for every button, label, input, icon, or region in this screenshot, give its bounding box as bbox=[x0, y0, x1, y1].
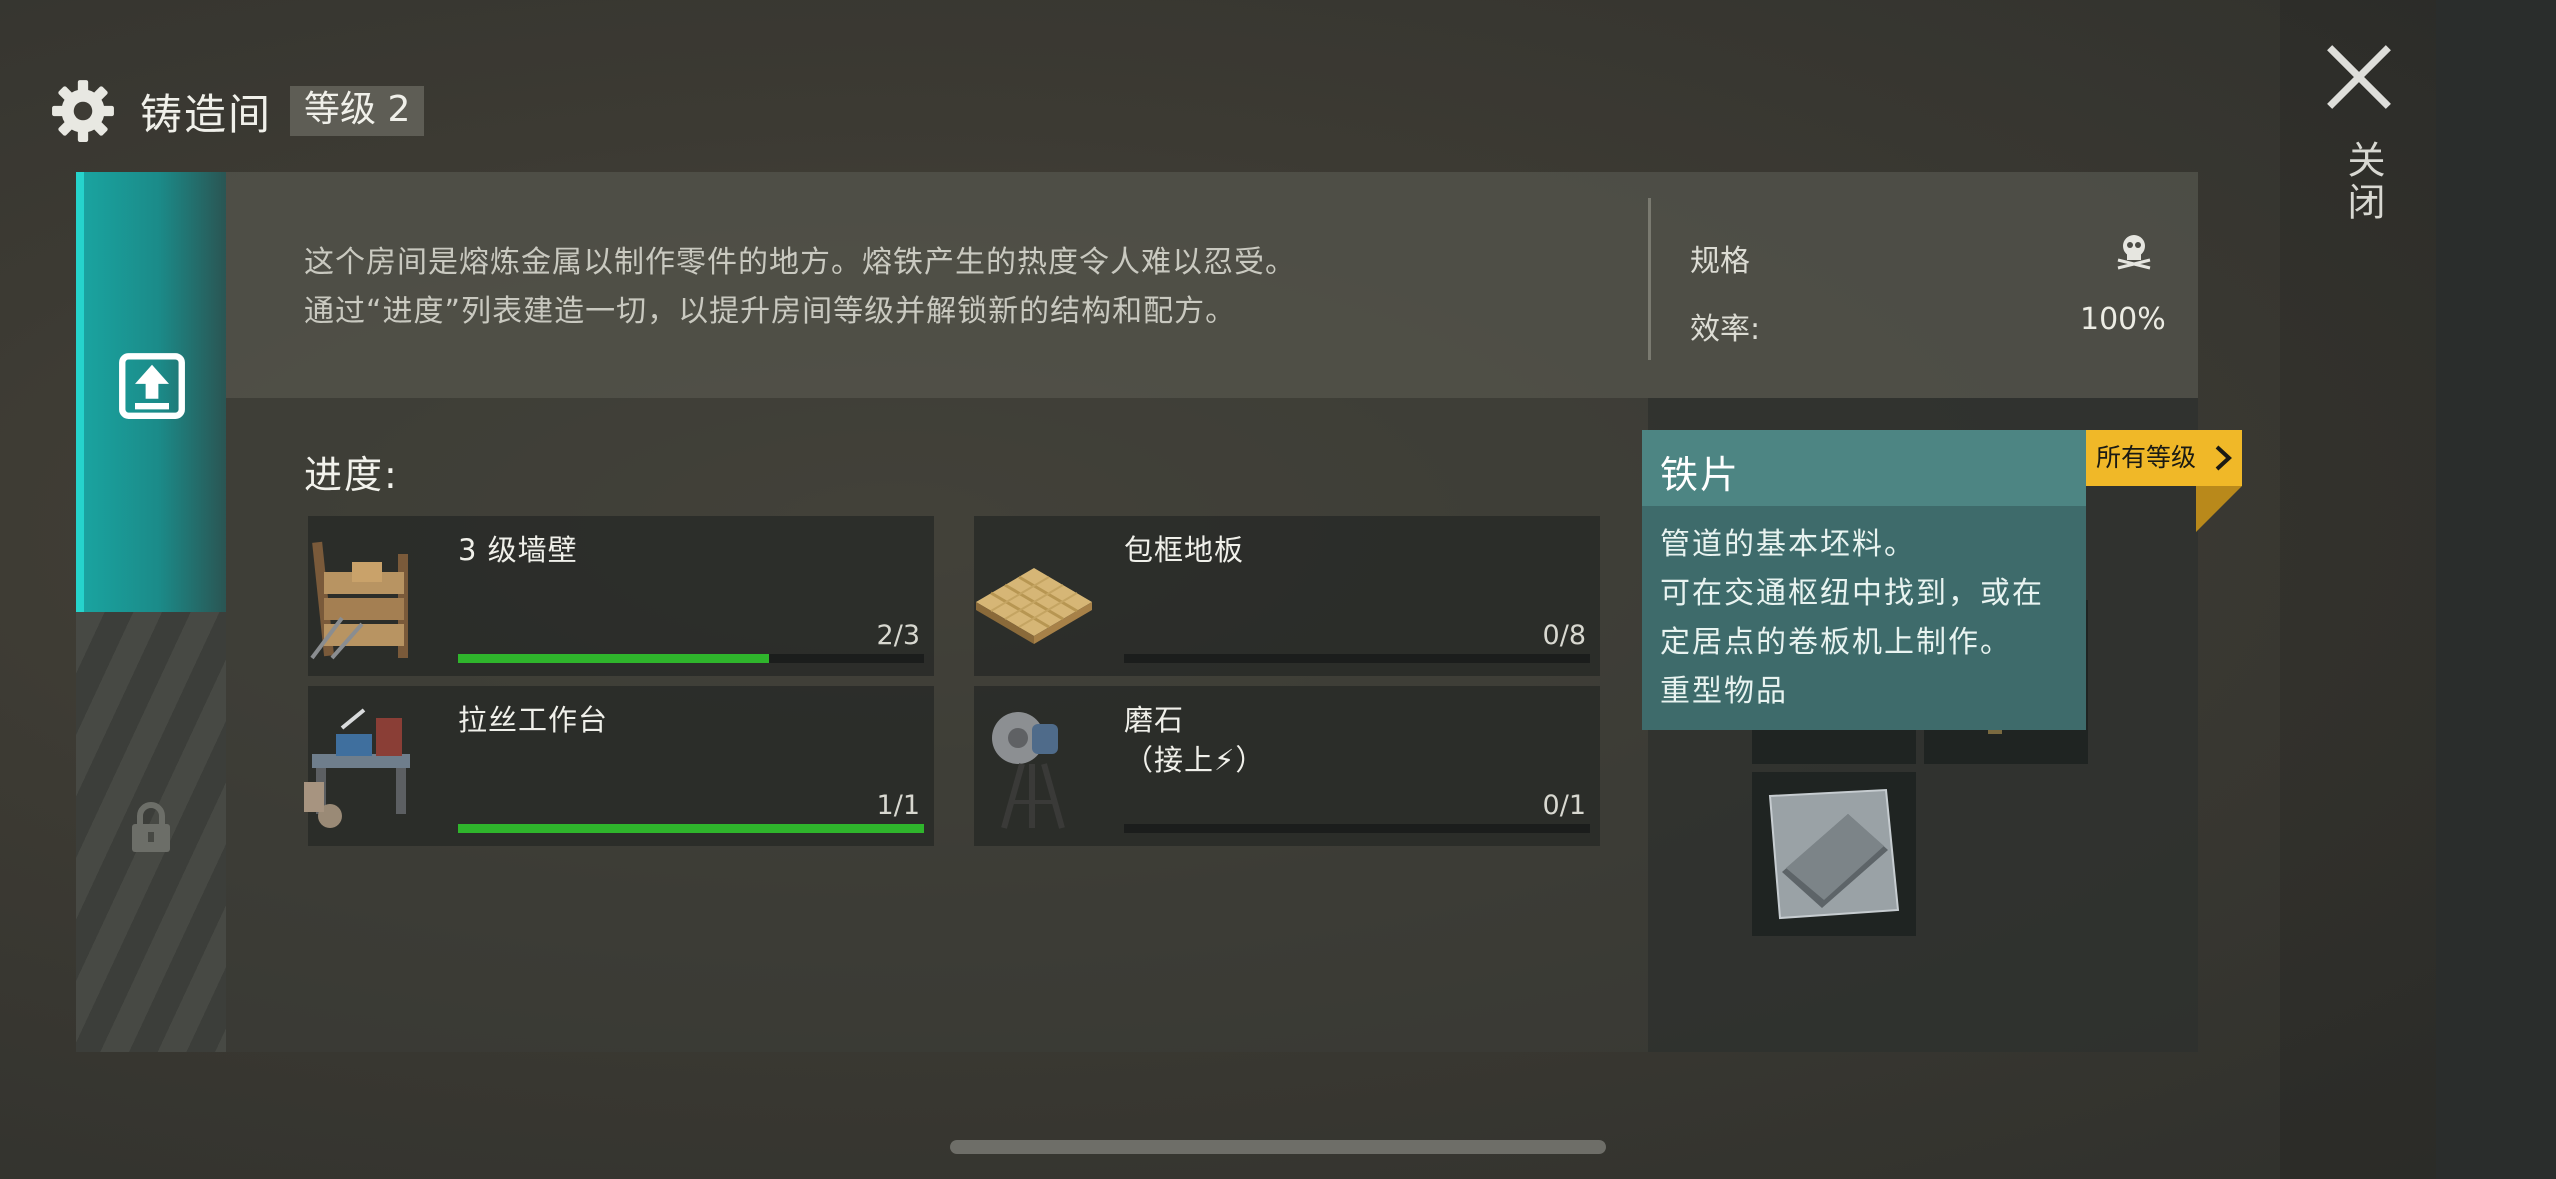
progress-bar bbox=[458, 654, 924, 663]
tab-rail bbox=[76, 172, 226, 1052]
progress-title: 进度: bbox=[304, 453, 399, 497]
active-tab-indicator bbox=[76, 172, 84, 612]
badge-fold bbox=[2196, 486, 2242, 532]
close-icon[interactable] bbox=[2326, 44, 2392, 110]
item-name: 3 级墙壁 bbox=[458, 533, 578, 567]
background-edge bbox=[2436, 0, 2556, 1179]
recipe-slot-iron-sheet[interactable] bbox=[1752, 772, 1916, 936]
progress-card-grindstone[interactable]: 磨石 （接上⚡） 0/1 bbox=[974, 686, 1600, 846]
progress-bar bbox=[1124, 654, 1590, 663]
room-header: 铸造间 等级 2 bbox=[50, 76, 425, 146]
wall-item-icon bbox=[310, 541, 408, 660]
divider bbox=[1648, 198, 1651, 360]
progress-card-floor[interactable]: 包框地板 0/8 bbox=[974, 516, 1600, 676]
progress-bar bbox=[458, 824, 924, 833]
iron-sheet-icon bbox=[1768, 788, 1900, 920]
floor-item-icon bbox=[976, 568, 1092, 644]
grindstone-icon bbox=[992, 712, 1065, 829]
tooltip-title: 铁片 bbox=[1660, 453, 1741, 497]
tooltip-body: 管道的基本坯料。 可在交通枢纽中找到，或在 定居点的卷板机上制作。 重型物品 bbox=[1660, 527, 2044, 709]
all-levels-button[interactable]: 所有等级 bbox=[2086, 430, 2242, 486]
progress-fill bbox=[458, 824, 924, 833]
chevron-right-icon bbox=[2215, 445, 2232, 471]
room-title: 铸造间 bbox=[140, 89, 273, 139]
efficiency-value: 100% bbox=[2080, 302, 2166, 337]
item-tooltip: 铁片 管道的基本坯料。 可在交通枢纽中找到，或在 定居点的卷板机上制作。 重型物… bbox=[1642, 430, 2086, 730]
tooltip-header: 铁片 bbox=[1642, 430, 2086, 506]
room-description: 这个房间是熔炼金属以制作零件的地方。熔铁产生的热度令人难以忍受。 通过“进度”列… bbox=[304, 238, 1296, 336]
room-level-badge: 等级 2 bbox=[290, 86, 425, 136]
item-name: 磨石 （接上⚡） bbox=[1124, 703, 1266, 777]
item-name: 拉丝工作台 bbox=[458, 703, 609, 737]
description-line: 通过“进度”列表建造一切，以提升房间等级并解锁新的结构和配方。 bbox=[304, 294, 1237, 329]
spec-title: 规格 bbox=[1690, 244, 1750, 279]
efficiency-label: 效率: bbox=[1690, 312, 1761, 347]
gear-icon[interactable] bbox=[50, 78, 116, 144]
skull-icon[interactable] bbox=[2114, 230, 2154, 270]
item-name: 包框地板 bbox=[1124, 533, 1245, 567]
item-count: 1/1 bbox=[876, 790, 920, 821]
upgrade-icon bbox=[119, 353, 185, 419]
progress-fill bbox=[458, 654, 769, 663]
lock-icon bbox=[132, 802, 170, 852]
progress-card-wall[interactable]: 3 级墙壁 2/3 bbox=[308, 516, 934, 676]
item-count: 0/8 bbox=[1542, 620, 1586, 651]
close-label[interactable]: 关闭 bbox=[2336, 140, 2391, 224]
home-indicator[interactable] bbox=[950, 1140, 1606, 1154]
drawing-bench-icon bbox=[304, 708, 410, 828]
description-line: 这个房间是熔炼金属以制作零件的地方。熔铁产生的热度令人难以忍受。 bbox=[304, 245, 1296, 280]
item-count: 0/1 bbox=[1542, 790, 1586, 821]
progress-card-drawing-bench[interactable]: 拉丝工作台 1/1 bbox=[304, 686, 934, 846]
all-levels-label: 所有等级 bbox=[2096, 443, 2197, 472]
progress-bar bbox=[1124, 824, 1590, 833]
item-count: 2/3 bbox=[876, 620, 920, 651]
